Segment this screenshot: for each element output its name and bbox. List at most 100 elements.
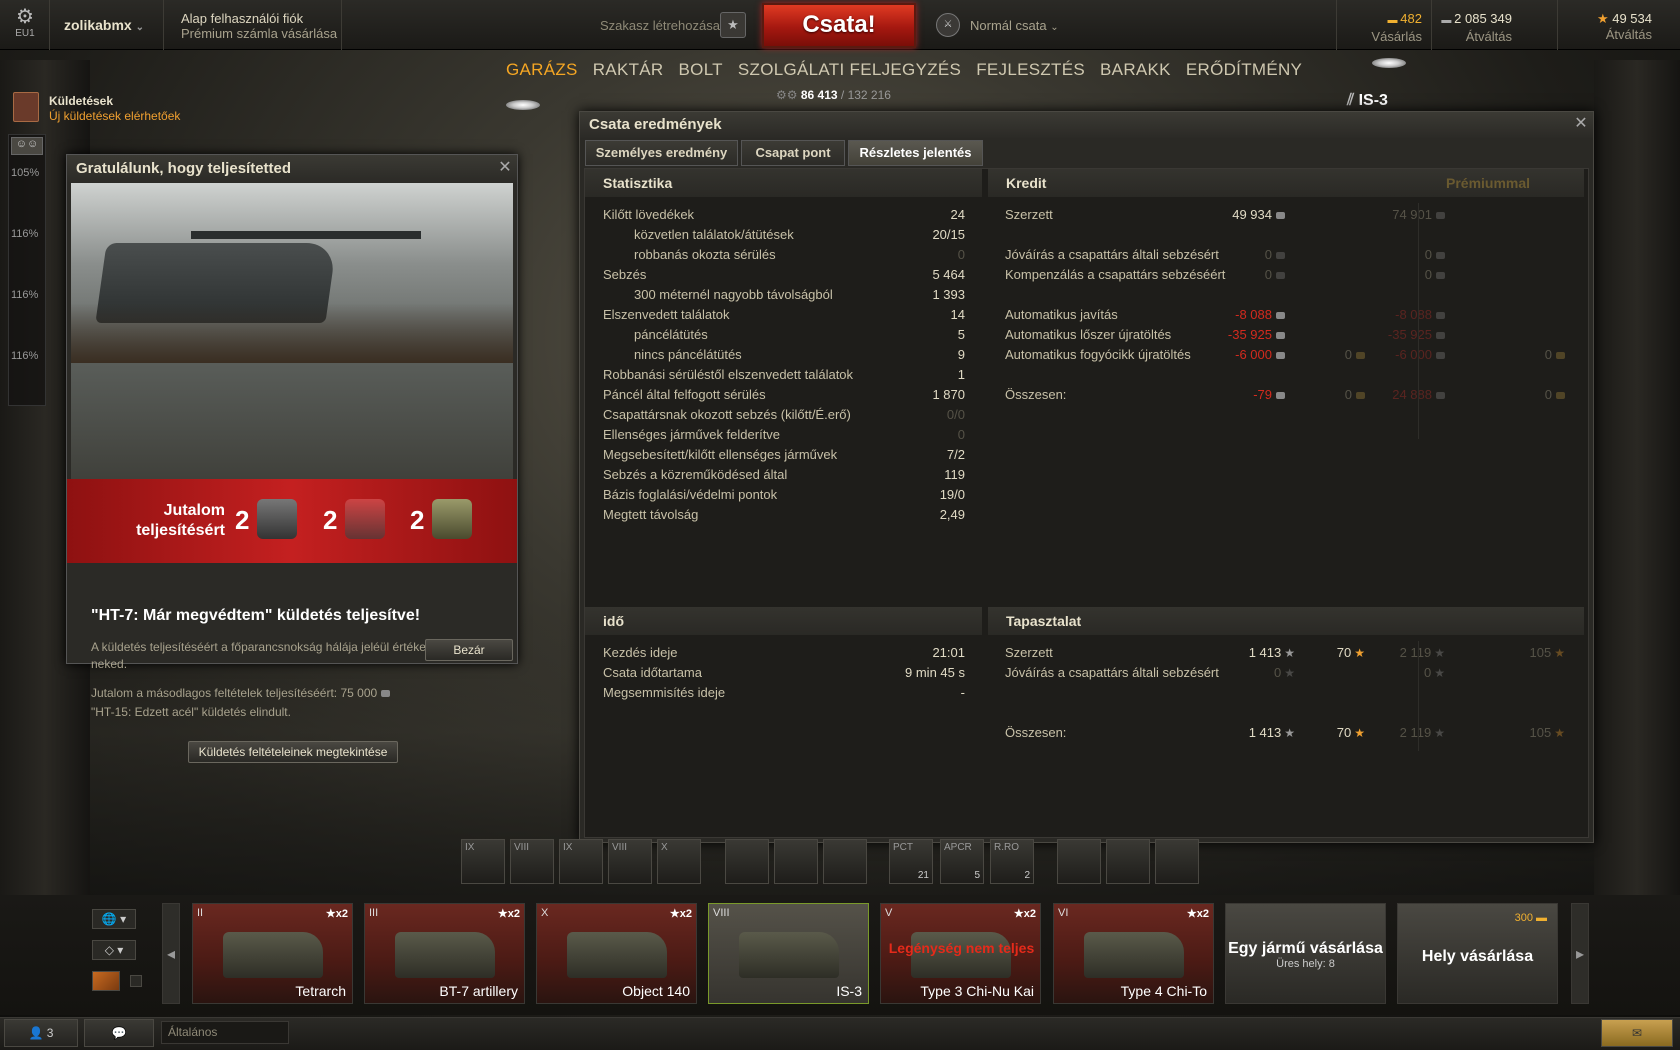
vehicle-card[interactable]: II ★x2 Tetrarch — [192, 903, 353, 1004]
equipment-slot[interactable] — [823, 839, 867, 884]
user-icon: 👤 — [28, 1026, 44, 1040]
double-xp-badge: ★x2 — [1186, 908, 1209, 920]
close-button[interactable]: Bezár — [425, 639, 513, 661]
equipment-slot[interactable] — [774, 839, 818, 884]
buy-gold-link[interactable]: Vásárlás — [1350, 29, 1422, 45]
nav-shop[interactable]: BOLT — [679, 60, 723, 79]
stat-value: 0 — [957, 247, 965, 262]
equipment-slot[interactable] — [725, 839, 769, 884]
ammo-slot[interactable]: R.RO 2 — [990, 839, 1034, 884]
gold-balance[interactable]: ▬ 482 Vásárlás — [1350, 11, 1422, 45]
xp-label: Szerzett — [1005, 645, 1053, 660]
consumable-slot[interactable] — [1057, 839, 1101, 884]
account-type[interactable]: Alap felhasználói fiók Prémium számla vá… — [181, 11, 337, 41]
filter-toggle[interactable] — [92, 971, 120, 991]
premium-xp-value: 2 119 ★ — [1399, 725, 1445, 740]
vehicle-card[interactable]: V ★x2 Legénység nem teljes Type 3 Chi-Nu Ka… — [880, 903, 1041, 1004]
buy-slot-card[interactable]: Hely vásárlása 300 ▬ — [1397, 903, 1558, 1004]
credits-icon — [1276, 252, 1285, 260]
nation-filter[interactable]: 🌐 ▾ — [92, 909, 136, 929]
battle-button[interactable]: Csata! — [762, 3, 916, 48]
vehicle-tier: X — [541, 907, 549, 919]
stat-label: Sebzés — [603, 267, 647, 282]
chat-button[interactable]: 💬 — [84, 1019, 154, 1047]
crew-skill: 116% — [11, 228, 39, 240]
nav-depot[interactable]: RAKTÁR — [593, 60, 664, 79]
stat-value: 19/0 — [939, 487, 965, 502]
stat-label: Csapattársnak okozott sebzés (kilőtt/É.e… — [603, 407, 851, 422]
fire-extinguisher-icon — [345, 499, 385, 539]
crew-skill: 105% — [11, 167, 40, 179]
convert-xp-link[interactable]: Átváltás — [1570, 27, 1652, 43]
platoon-star-icon[interactable]: ★ — [720, 12, 746, 38]
vehicle-name: Type 4 Chi-To — [1120, 983, 1207, 999]
type-filter[interactable]: ◇ ▾ — [92, 940, 136, 960]
module-slot[interactable]: IX — [461, 839, 505, 884]
battle-mode-select[interactable]: Normál csata ⌄ — [970, 18, 1059, 33]
missions-icon[interactable] — [13, 92, 39, 122]
credits-icon — [1436, 252, 1445, 260]
nav-garage[interactable]: GARÁZS — [506, 60, 578, 79]
crew-icon[interactable]: ☺☺ — [11, 137, 43, 155]
premium-credit-value: 24 888 — [1325, 387, 1445, 402]
double-xp-badge: ★x2 — [325, 908, 348, 920]
module-slot[interactable]: X — [657, 839, 701, 884]
credits-balance[interactable]: ▬ 2 085 349 Átváltás — [1440, 11, 1512, 45]
tab-personal-result[interactable]: Személyes eredmény — [585, 140, 738, 166]
checkbox[interactable] — [130, 975, 142, 987]
missions-subtitle[interactable]: Új küldetések elérhetőek — [49, 109, 180, 123]
carousel-right-arrow[interactable]: ▸ — [1571, 903, 1589, 1004]
module-tier: VIII — [612, 842, 628, 853]
reward-label: Jutalom teljesítésért — [136, 502, 225, 539]
gold-coin-icon: ▬ — [1387, 15, 1401, 26]
free-xp-balance[interactable]: ★ 49 534 Átváltás — [1570, 11, 1652, 43]
nav-research[interactable]: FEJLESZTÉS — [976, 60, 1085, 79]
view-mission-conditions-button[interactable]: Küldetés feltételeinek megtekintése — [188, 741, 398, 763]
stat-value: 1 870 — [932, 387, 965, 402]
close-icon[interactable]: ✕ — [1573, 116, 1589, 133]
notifications-button[interactable]: ✉ — [1601, 1019, 1673, 1047]
module-slot[interactable]: IX — [559, 839, 603, 884]
nav-stronghold[interactable]: ERŐDÍTMÉNY — [1186, 60, 1302, 79]
module-tier: IX — [563, 842, 573, 853]
vehicle-card[interactable]: X ★x2 Object 140 — [536, 903, 697, 1004]
message-icon: ✉ — [1631, 1026, 1643, 1040]
settings-gear-icon[interactable]: ⚙ EU1 — [10, 6, 40, 46]
credit-value: 49 934 — [1165, 207, 1285, 222]
ammo-slot[interactable]: PCT 21 — [889, 839, 933, 884]
ammo-slot[interactable]: APCR 5 — [940, 839, 984, 884]
xp-label: Összesen: — [1005, 725, 1067, 740]
vehicle-name: BT-7 artillery — [439, 983, 518, 999]
create-platoon-label[interactable]: Szakasz létrehozása — [600, 18, 720, 33]
battle-results-window: Csata eredmények ✕ Személyes eredmény Cs… — [579, 111, 1594, 843]
username-dropdown[interactable]: zolikabmx ⌄ — [64, 17, 144, 33]
close-icon[interactable]: ✕ — [497, 160, 513, 177]
chat-channel[interactable]: Általános — [161, 1021, 289, 1044]
nav-barracks[interactable]: BARAKK — [1100, 60, 1171, 79]
players-button[interactable]: 👤 3 — [4, 1019, 78, 1047]
consumable-slot[interactable] — [1155, 839, 1199, 884]
time-label: Megsemmisítés ideje — [603, 685, 726, 700]
module-slot[interactable]: VIII — [510, 839, 554, 884]
carousel-left-arrow[interactable]: ◂ — [162, 903, 180, 1004]
premium-credit-value: 0 — [1325, 267, 1445, 282]
module-tier: VIII — [514, 842, 530, 853]
buy-premium-link[interactable]: Prémium számla vásárlása — [181, 26, 337, 41]
vehicle-card[interactable]: VIII IS-3 — [708, 903, 869, 1004]
credits-value: 2 085 349 — [1454, 11, 1512, 26]
module-slot[interactable]: VIII — [608, 839, 652, 884]
exchange-credits-link[interactable]: Átváltás — [1440, 29, 1512, 45]
vehicle-card[interactable]: III ★x2 BT-7 artillery — [364, 903, 525, 1004]
consumable-slot[interactable] — [1106, 839, 1150, 884]
star-icon: ★ — [1596, 11, 1613, 26]
tab-detailed-report[interactable]: Részletes jelentés — [848, 140, 983, 166]
module-tier: IX — [465, 842, 475, 853]
missions-title[interactable]: Küldetések — [49, 94, 113, 108]
battle-mode-icon[interactable]: ⚔ — [936, 13, 960, 37]
tab-team-score[interactable]: Csapat pont — [741, 140, 845, 166]
report-panel: Statisztika Kredit Prémiummal Kilőtt löve… — [584, 168, 1589, 838]
vehicle-card[interactable]: VI ★x2 Type 4 Chi-To — [1053, 903, 1214, 1004]
buy-vehicle-card[interactable]: Egy jármű vásárlása Üres hely: 8 — [1225, 903, 1386, 1004]
premium-free-xp-value: 105 ★ — [1529, 725, 1565, 740]
nav-service-record[interactable]: SZOLGÁLATI FELJEGYZÉS — [738, 60, 961, 79]
